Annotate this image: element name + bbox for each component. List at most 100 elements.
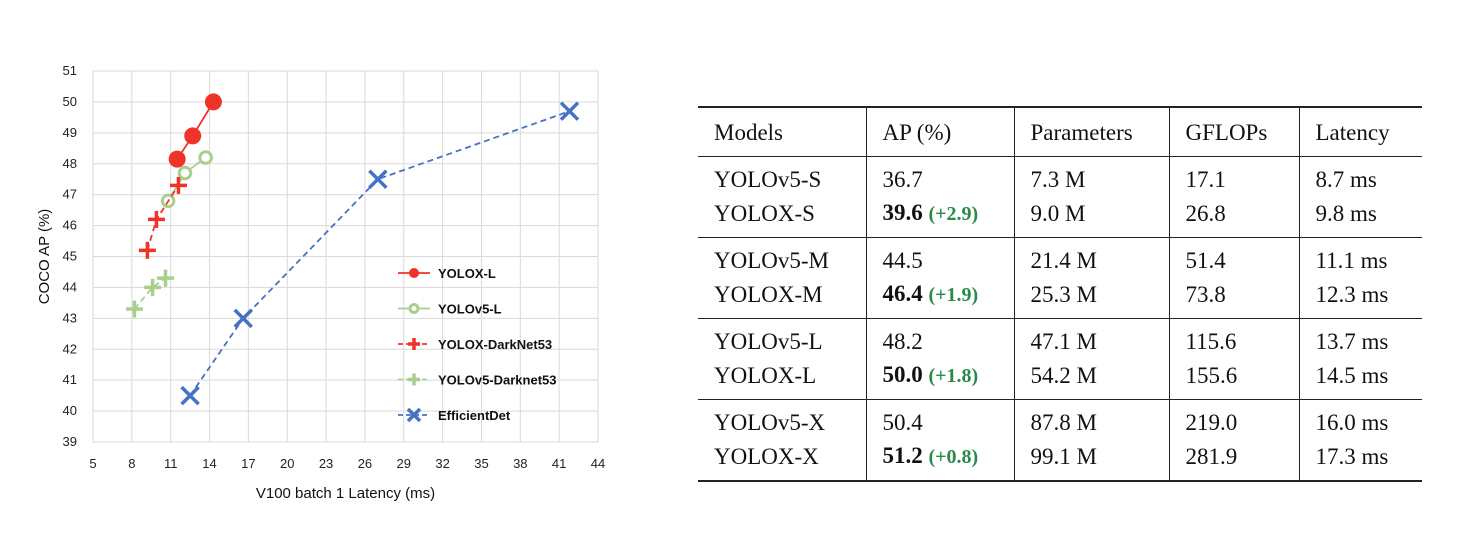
x-tick-label: 11 <box>164 456 178 471</box>
cell-latency: 17.3 ms <box>1298 439 1422 481</box>
cell-latency: 13.7 ms <box>1298 318 1422 358</box>
header-models: Models <box>714 120 783 145</box>
data-point <box>204 93 222 111</box>
ap-gain: (+1.9) <box>928 284 979 306</box>
x-tick-label: 38 <box>513 456 527 471</box>
legend-item: YOLOv5-L <box>398 302 502 317</box>
y-tick-label: 51 <box>63 63 77 78</box>
table-row: YOLOv5-X 50.4 87.8 M 219.0 16.0 ms <box>698 399 1422 439</box>
x-tick-label: 14 <box>202 456 216 471</box>
cell-model: YOLOv5-S <box>714 167 822 192</box>
cell-latency: 11.1 ms <box>1298 237 1422 277</box>
table-row: YOLOv5-L 48.2 47.1 M 115.6 13.7 ms <box>698 318 1422 358</box>
cell-gflops: 26.8 <box>1168 196 1299 238</box>
ap-value: 51.2 <box>882 443 923 468</box>
x-tick-label: 35 <box>474 456 488 471</box>
x-tick-label: 20 <box>280 456 294 471</box>
latency-ap-chart: 5 8 11 14 17 20 23 26 29 32 35 38 41 44 39 40 41 42 43 44 45… <box>0 0 640 546</box>
header-ap: AP (%) <box>865 107 1014 157</box>
ap-gain: (+2.9) <box>928 203 979 225</box>
cell-ap: 36.7 <box>865 156 1014 196</box>
x-tick-label: 44 <box>591 456 605 471</box>
y-tick-label: 48 <box>63 156 77 171</box>
cell-ap: 50.0 (+1.8) <box>865 358 1014 400</box>
cell-model: YOLOv5-M <box>714 248 829 273</box>
data-point <box>177 165 193 181</box>
data-point <box>144 278 162 296</box>
chart-legend: YOLOX-L YOLOv5-L YOLOX-DarkNet53 YOLOv5-Dar… <box>398 266 557 423</box>
x-tick-label: 8 <box>128 456 135 471</box>
series-yolox-darknet53 <box>138 176 187 259</box>
y-tick-label: 49 <box>63 125 77 140</box>
cell-gflops: 281.9 <box>1168 439 1299 481</box>
data-point <box>409 268 419 278</box>
x-tick-label: 26 <box>358 456 372 471</box>
table-row: YOLOX-M 46.4 (+1.9) 25.3 M 73.8 12.3 ms <box>698 277 1422 319</box>
data-point <box>125 300 143 318</box>
y-tick-label: 47 <box>63 187 77 202</box>
cell-latency: 9.8 ms <box>1298 196 1422 238</box>
y-tick-label: 45 <box>63 249 77 264</box>
series-yolox-l <box>168 93 222 168</box>
cell-latency: 16.0 ms <box>1298 399 1422 439</box>
x-axis-title: V100 batch 1 Latency (ms) <box>256 485 435 502</box>
data-point <box>157 269 175 287</box>
cell-latency: 8.7 ms <box>1298 156 1422 196</box>
series-line <box>133 277 167 310</box>
x-tick-label: 17 <box>241 456 255 471</box>
cell-ap: 39.6 (+2.9) <box>865 196 1014 238</box>
y-axis-title: COCO AP (%) <box>36 209 53 305</box>
cell-gflops: 155.6 <box>1168 358 1299 400</box>
table-row: YOLOv5-S 36.7 7.3 M 17.1 8.7 ms <box>698 156 1422 196</box>
cell-model: YOLOX-M <box>714 282 823 307</box>
legend-label: EfficientDet <box>438 408 511 423</box>
cell-parameters: 54.2 M <box>1013 358 1169 400</box>
header-parameters: Parameters <box>1013 107 1169 157</box>
chart-svg: 5 8 11 14 17 20 23 26 29 32 35 38 41 44 39 40 41 42 43 44 45… <box>36 63 605 502</box>
cell-parameters: 21.4 M <box>1013 237 1169 277</box>
legend-label: YOLOv5-L <box>438 302 502 317</box>
table-row: YOLOv5-M 44.5 21.4 M 51.4 11.1 ms <box>698 237 1422 277</box>
cell-parameters: 47.1 M <box>1013 318 1169 358</box>
table-group: YOLOv5-L 48.2 47.1 M 115.6 13.7 ms YOLOX-L 50.… <box>698 318 1422 400</box>
legend-item: EfficientDet <box>398 407 511 423</box>
cell-ap: 46.4 (+1.9) <box>865 277 1014 319</box>
legend-label: YOLOX-DarkNet53 <box>438 337 552 352</box>
table-group: YOLOv5-X 50.4 87.8 M 219.0 16.0 ms YOLOX-X 51.… <box>698 399 1422 481</box>
table-group: YOLOv5-M 44.5 21.4 M 51.4 11.1 ms YOLOX-M 46.4… <box>698 237 1422 319</box>
cell-latency: 14.5 ms <box>1298 358 1422 400</box>
cell-parameters: 87.8 M <box>1013 399 1169 439</box>
cell-model: YOLOX-L <box>714 363 817 388</box>
data-point-marker <box>177 165 193 181</box>
cell-parameters: 25.3 M <box>1013 277 1169 319</box>
x-tick-label: 32 <box>435 456 449 471</box>
series-line <box>189 110 570 397</box>
data-point <box>408 373 420 386</box>
legend-label: YOLOX-L <box>438 266 496 281</box>
cell-model: YOLOX-X <box>714 444 819 469</box>
table-group: YOLOv5-S 36.7 7.3 M 17.1 8.7 ms YOLOX-S 39.6 (… <box>698 156 1422 238</box>
comparison-table: Models AP (%) Parameters GFLOPs Latency … <box>698 106 1422 482</box>
data-point-marker <box>198 150 213 165</box>
cell-model: YOLOv5-X <box>714 410 826 435</box>
header-latency: Latency <box>1298 107 1422 157</box>
ap-gain: (+1.8) <box>928 365 979 387</box>
header-gflops: GFLOPs <box>1168 107 1299 157</box>
legend-label: YOLOv5-Darknet53 <box>438 373 557 388</box>
cell-gflops: 115.6 <box>1168 318 1299 358</box>
table-header-row: Models AP (%) Parameters GFLOPs Latency <box>698 107 1422 157</box>
cell-model: YOLOX-S <box>714 201 815 226</box>
data-point <box>168 150 186 168</box>
ap-value: 50.0 <box>882 362 923 387</box>
y-tick-label: 42 <box>63 341 77 356</box>
ap-value: 46.4 <box>882 281 923 306</box>
cell-parameters: 9.0 M <box>1013 196 1169 238</box>
cell-ap: 51.2 (+0.8) <box>865 439 1014 481</box>
y-tick-label: 43 <box>63 310 77 325</box>
data-point <box>368 169 388 189</box>
data-point <box>559 101 580 121</box>
series-efficientdet <box>180 101 580 406</box>
y-tick-label: 40 <box>63 403 77 418</box>
cell-ap: 50.4 <box>865 399 1014 439</box>
series-yolov5-darknet53 <box>125 269 175 318</box>
